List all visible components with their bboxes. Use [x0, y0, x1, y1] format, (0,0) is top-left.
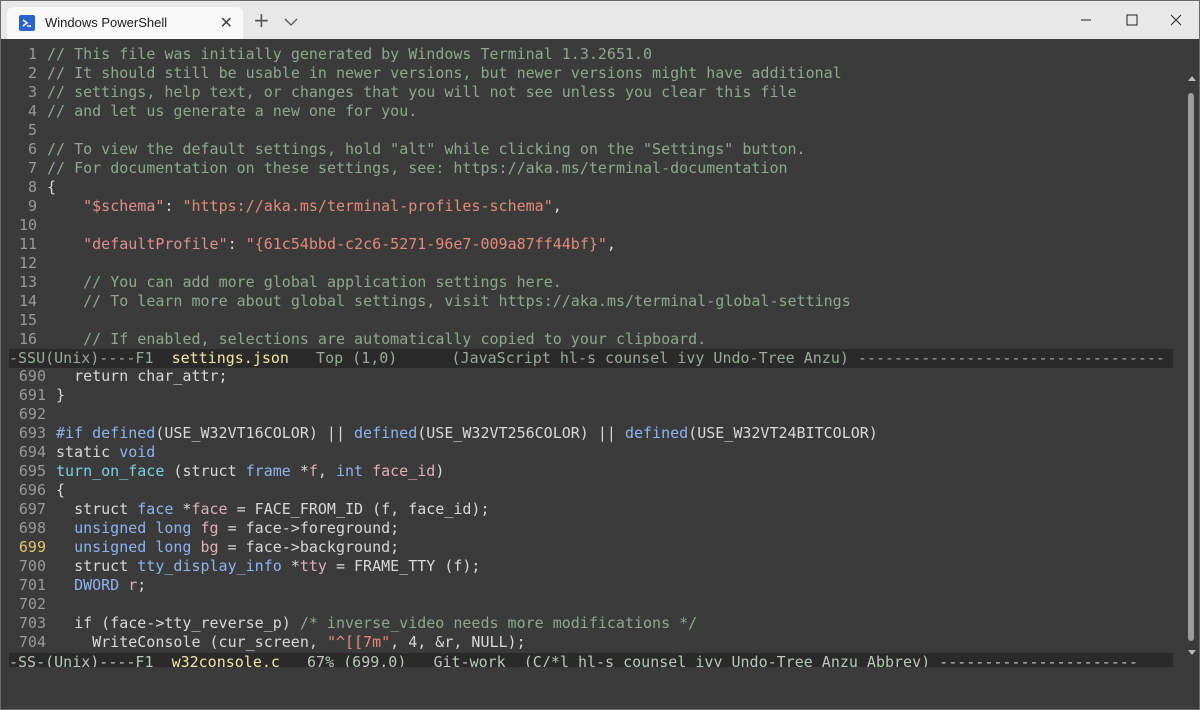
- code-line: 16 // If enabled, selections are automat…: [9, 330, 1173, 349]
- modeline-status: Top (1,0) (JavaScript hl-s counsel ivy U…: [288, 349, 1165, 367]
- line-number: 16: [18, 330, 37, 348]
- code-line: 7// For documentation on these settings,…: [9, 159, 1173, 178]
- code-line: 2// It should still be usable in newer v…: [9, 64, 1173, 83]
- code-line: 10: [9, 216, 1173, 235]
- code-line: 698 unsigned long fg = face->foreground;: [9, 519, 1173, 538]
- modeline-prefix: -SS-(Unix)----F1: [9, 653, 172, 667]
- line-number: 3: [27, 83, 37, 101]
- line-number: 690: [18, 367, 46, 385]
- code-line: 14 // To learn more about global setting…: [9, 292, 1173, 311]
- code-line: 697 struct face *face = FACE_FROM_ID (f,…: [9, 500, 1173, 519]
- code-line: 691}: [9, 386, 1173, 405]
- code-line: 701 DWORD r;: [9, 576, 1173, 595]
- editor-pane-w32console-c[interactable]: 690 return char_attr; 691} 692 693 #if de…: [9, 367, 1173, 653]
- code-line: 694 static void: [9, 443, 1173, 462]
- scroll-up-icon[interactable]: [1188, 75, 1196, 81]
- line-number: 703: [18, 614, 46, 632]
- powershell-window: Windows PowerShell ✕ + 1// This file was…: [0, 0, 1200, 710]
- code-line: 11 "defaultProfile": "{61c54bbd-c2c6-527…: [9, 235, 1173, 254]
- scrollbar[interactable]: [1185, 45, 1197, 665]
- maximize-button[interactable]: [1109, 1, 1155, 39]
- code-line: 13 // You can add more global applicatio…: [9, 273, 1173, 292]
- line-number: 701: [18, 576, 46, 594]
- line-number: 702: [18, 595, 46, 613]
- tab-title: Windows PowerShell: [45, 15, 168, 30]
- modeline-settings-json: -SSU(Unix)----F1 settings.json Top (1,0)…: [9, 349, 1173, 368]
- modeline-prefix: -SSU(Unix)----F1: [9, 349, 172, 367]
- powershell-icon: [19, 15, 35, 31]
- line-number: 696: [18, 481, 46, 499]
- code-line: 8{: [9, 178, 1173, 197]
- close-button[interactable]: [1153, 1, 1199, 39]
- code-line: 9 "$schema": "https://aka.ms/terminal-pr…: [9, 197, 1173, 216]
- title-bar[interactable]: Windows PowerShell ✕ +: [1, 1, 1199, 39]
- line-number: 700: [18, 557, 46, 575]
- code-line: 702: [9, 595, 1173, 614]
- editor-pane-settings-json[interactable]: 1// This file was initially generated by…: [9, 45, 1173, 349]
- line-number: 691: [18, 386, 46, 404]
- line-number: 10: [18, 216, 37, 234]
- code-line-current: 699 unsigned long bg = face->background;: [9, 538, 1173, 557]
- line-number: 14: [18, 292, 37, 310]
- line-number: 695: [18, 462, 46, 480]
- code-line: 6// To view the default settings, hold "…: [9, 140, 1173, 159]
- code-line: 5: [9, 121, 1173, 140]
- line-number: 9: [27, 197, 37, 215]
- tab-close-icon[interactable]: ✕: [220, 13, 233, 33]
- line-number: 2: [27, 64, 37, 82]
- chevron-down-icon[interactable]: [284, 12, 298, 31]
- line-number: 694: [18, 443, 46, 461]
- code-line: 703 if (face->tty_reverse_p) /* inverse_…: [9, 614, 1173, 633]
- code-line: 704 WriteConsole (cur_screen, "^[[7m", 4…: [9, 633, 1173, 652]
- scroll-down-icon[interactable]: [1188, 650, 1196, 656]
- line-number: 12: [18, 254, 37, 272]
- code-line: 690 return char_attr;: [9, 367, 1173, 386]
- modeline-buffer-name: w32console.c: [171, 653, 280, 667]
- line-number: 6: [27, 140, 37, 158]
- code-line: 4// and let us generate a new one for yo…: [9, 102, 1173, 121]
- line-number: 13: [18, 273, 37, 291]
- code-line: 3// settings, help text, or changes that…: [9, 83, 1173, 102]
- line-number: 7: [27, 159, 37, 177]
- line-number-current: 699: [18, 538, 46, 556]
- code-line: 1// This file was initially generated by…: [9, 45, 1173, 64]
- terminal-area[interactable]: 1// This file was initially generated by…: [9, 45, 1173, 667]
- line-number: 15: [18, 311, 37, 329]
- code-line: 695 turn_on_face (struct frame *f, int fa…: [9, 462, 1173, 481]
- line-number: 698: [18, 519, 46, 537]
- line-number: 8: [27, 178, 37, 196]
- code-line: 696{: [9, 481, 1173, 500]
- new-tab-button[interactable]: +: [253, 8, 270, 32]
- line-number: 1: [27, 45, 37, 63]
- code-line: 693 #if defined(USE_W32VT16COLOR) || defi…: [9, 424, 1173, 443]
- close-icon: [1170, 14, 1182, 26]
- modeline-buffer-name: settings.json: [171, 349, 289, 367]
- line-number: 11: [18, 235, 37, 253]
- code-line: 15: [9, 311, 1173, 330]
- line-number: 693: [18, 424, 46, 442]
- scrollbar-thumb[interactable]: [1188, 93, 1194, 641]
- minimize-button[interactable]: [1063, 1, 1109, 39]
- line-number: 704: [18, 633, 46, 651]
- minimize-icon: [1081, 19, 1091, 21]
- maximize-icon: [1126, 14, 1138, 26]
- line-number: 697: [18, 500, 46, 518]
- line-number: 5: [27, 121, 37, 139]
- code-line: 12: [9, 254, 1173, 273]
- line-number: 692: [18, 405, 46, 423]
- modeline-status: 67% (699,0) Git-work (C/*l hl-s counsel …: [279, 653, 1138, 667]
- code-line: 692: [9, 405, 1173, 424]
- modeline-w32console-c: -SS-(Unix)----F1 w32console.c 67% (699,0…: [9, 653, 1173, 667]
- line-number: 4: [27, 102, 37, 120]
- tab-windows-powershell[interactable]: Windows PowerShell ✕: [7, 7, 243, 39]
- code-line: 700 struct tty_display_info *tty = FRAME…: [9, 557, 1173, 576]
